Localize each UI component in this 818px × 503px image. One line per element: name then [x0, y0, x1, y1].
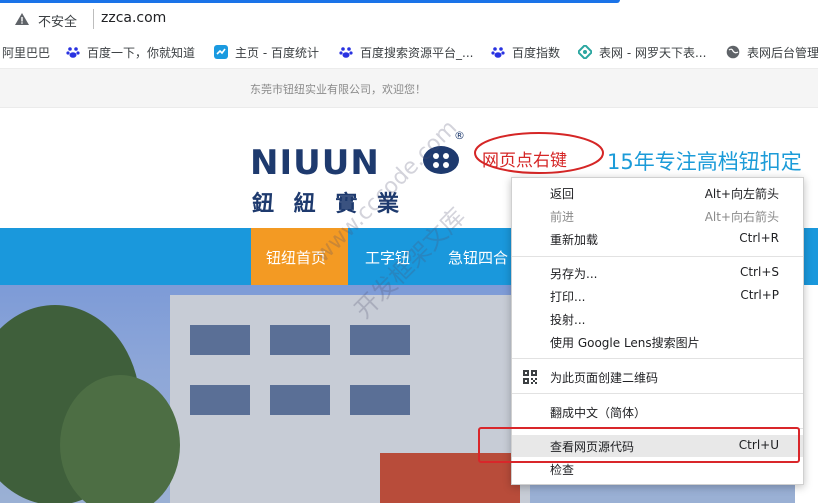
bookmark-label: 百度一下，你就知道 [87, 46, 196, 60]
menu-item-label: 投射... [550, 313, 586, 327]
globe-icon [726, 45, 740, 59]
bookmark-biaowang[interactable]: 表网 - 网罗天下表... [578, 44, 706, 62]
bookmark-baidu[interactable]: 百度一下，你就知道 [66, 44, 195, 62]
url-text[interactable]: zzca.com [101, 10, 166, 26]
menu-item-cast[interactable]: 投射... [512, 308, 803, 330]
menu-separator [512, 393, 803, 394]
logo-text: NIUUN [250, 143, 380, 183]
menu-item-translate[interactable]: 翻成中文（简体） [512, 401, 803, 423]
bookmark-label: 主页 - 百度统计 [235, 46, 319, 60]
bookmark-baidu-ziyuan[interactable]: 百度搜索资源平台_... [339, 44, 473, 62]
menu-item-label: 为此页面创建二维码 [550, 371, 659, 385]
menu-item-reload[interactable]: 重新加载 Ctrl+R [512, 228, 803, 250]
menu-item-forward[interactable]: 前进 Alt+向右箭头 [512, 205, 803, 227]
bookmark-alibaba[interactable]: 阿里巴巴 [2, 44, 50, 62]
menu-item-shortcut: Ctrl+P [740, 288, 779, 302]
security-label[interactable]: 不安全 [38, 11, 77, 30]
menu-item-print[interactable]: 打印... Ctrl+P [512, 285, 803, 307]
menu-item-label: 翻成中文（简体） [550, 406, 647, 420]
menu-separator [512, 358, 803, 359]
loading-bar [0, 0, 620, 3]
baidu-paw-icon [491, 47, 505, 58]
highlight-box [478, 427, 800, 463]
menu-item-shortcut: Alt+向右箭头 [704, 210, 779, 224]
menu-item-qr-code[interactable]: 为此页面创建二维码 [512, 366, 803, 388]
bookmark-label: 表网 - 网罗天下表... [599, 46, 707, 60]
menu-item-label: 前进 [550, 210, 575, 224]
annotation-text: 网页点右键 [482, 151, 567, 171]
menu-separator [512, 256, 803, 257]
menu-item-label: 另存为... [550, 267, 598, 281]
menu-item-label: 使用 Google Lens搜索图片 [550, 336, 700, 350]
bookmark-label: 阿里巴巴 [2, 46, 51, 60]
baidu-paw-icon [66, 47, 80, 58]
bookmarks-bar: 阿里巴巴 百度一下，你就知道 主页 - 百度统计 百度搜索资源平台_... 百度… [0, 38, 818, 69]
bookmark-baidu-zhishu[interactable]: 百度指数 [491, 44, 560, 62]
menu-item-shortcut: Alt+向左箭头 [704, 187, 779, 201]
bookmark-label: 百度搜索资源平台_... [360, 46, 474, 60]
welcome-text: 东莞市钮纽实业有限公司，欢迎您！ [250, 83, 426, 96]
qr-code-icon [523, 370, 537, 384]
menu-item-back[interactable]: 返回 Alt+向左箭头 [512, 182, 803, 204]
baidu-paw-icon [339, 47, 353, 58]
address-bar[interactable]: 不安全 zzca.com [0, 0, 818, 39]
menu-item-google-lens[interactable]: 使用 Google Lens搜索图片 [512, 331, 803, 353]
top-strip: 东莞市钮纽实业有限公司，欢迎您！ [0, 69, 818, 108]
bookmark-label: 百度指数 [512, 46, 561, 60]
menu-item-shortcut: Ctrl+R [739, 231, 779, 245]
warning-icon[interactable] [14, 11, 30, 27]
menu-item-label: 返回 [550, 187, 575, 201]
nav-item-jiniu[interactable]: 急钮四合 [448, 247, 508, 268]
menu-item-label: 检查 [550, 463, 575, 477]
bookmark-biaowang-admin[interactable]: 表网后台管理 [726, 44, 818, 62]
biaowang-icon [578, 45, 592, 59]
menu-item-shortcut: Ctrl+S [739, 265, 779, 279]
menu-item-label: 重新加载 [550, 233, 599, 247]
menu-item-save-as[interactable]: 另存为... Ctrl+S [512, 262, 803, 284]
bookmark-label: 表网后台管理 [747, 46, 818, 60]
baidu-tongji-icon [214, 45, 228, 59]
divider [93, 9, 94, 29]
menu-item-label: 打印... [550, 290, 586, 304]
bookmark-baidu-tongji[interactable]: 主页 - 百度统计 [214, 44, 319, 62]
slogan: 15年专注高档钮扣定 [607, 150, 802, 174]
